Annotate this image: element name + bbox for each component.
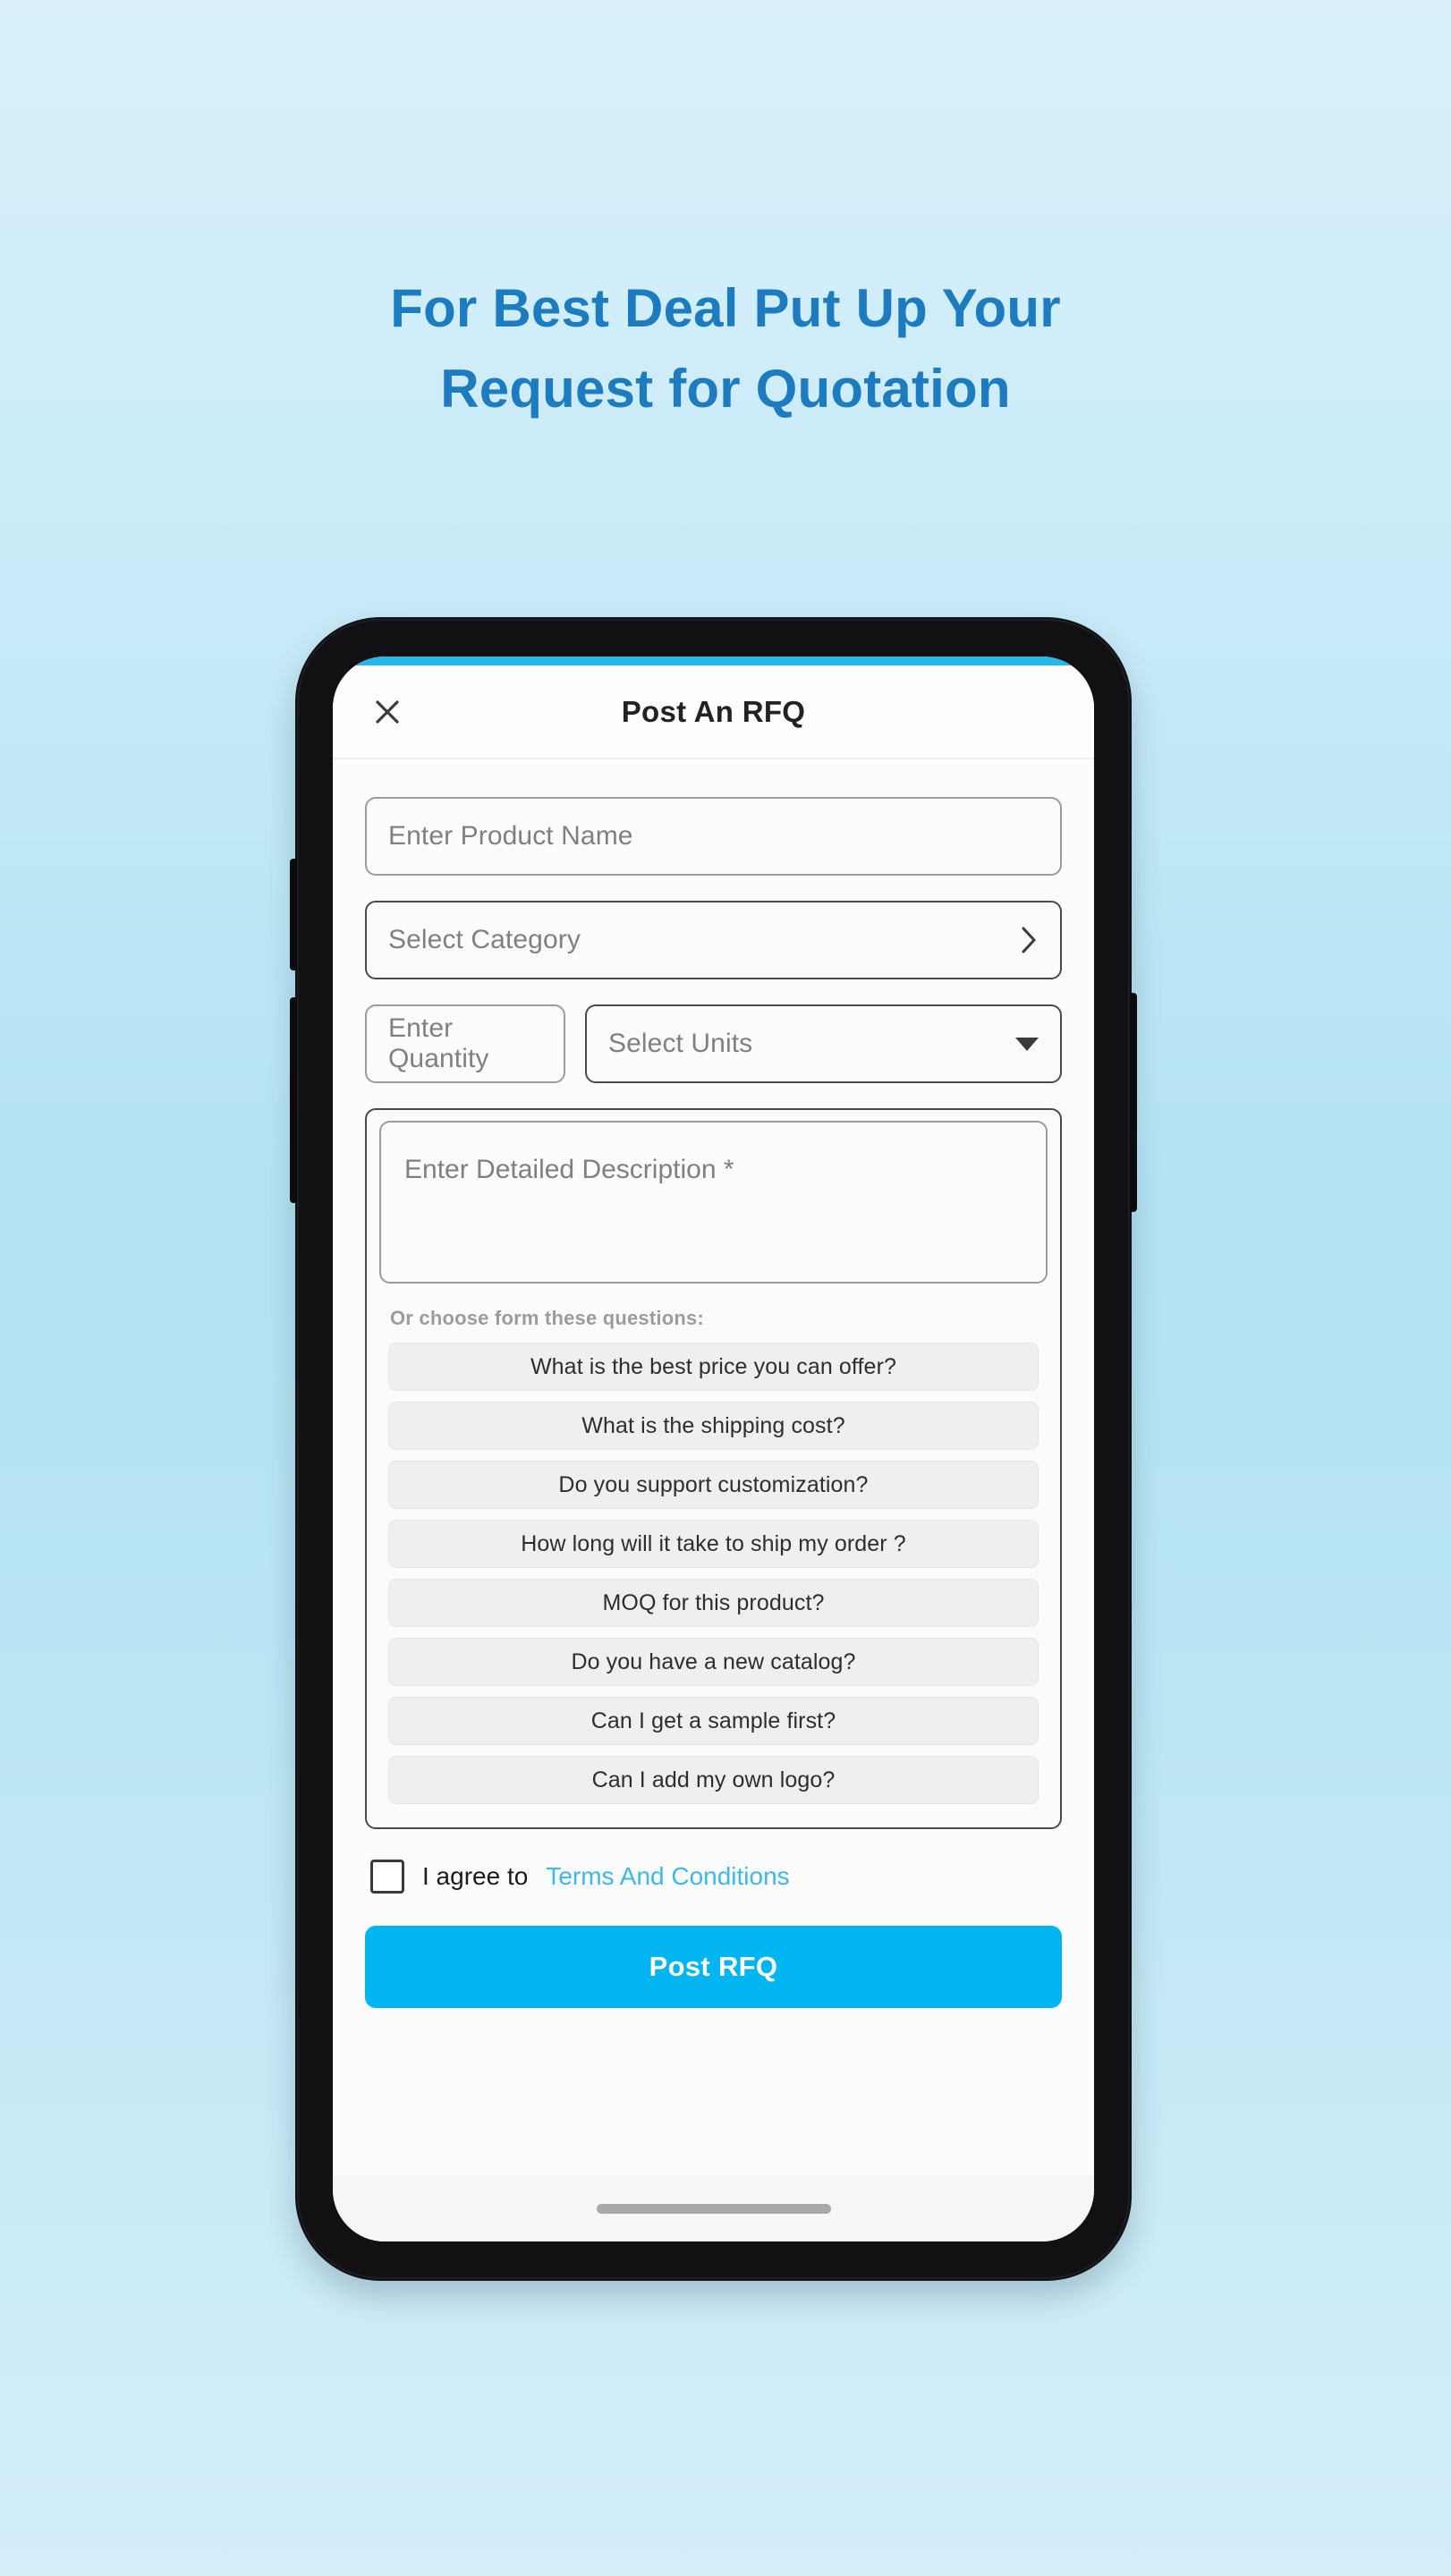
app-title: Post An RFQ bbox=[621, 694, 806, 728]
quantity-units-row: Enter Quantity Select Units bbox=[365, 1004, 1062, 1083]
post-rfq-button[interactable]: Post RFQ bbox=[365, 1926, 1062, 2008]
category-placeholder: Select Category bbox=[388, 925, 581, 954]
quantity-input[interactable]: Enter Quantity bbox=[365, 1004, 565, 1083]
app-header: Post An RFQ bbox=[333, 665, 1094, 759]
units-placeholder: Select Units bbox=[608, 1029, 753, 1058]
question-chip[interactable]: Can I get a sample first? bbox=[388, 1697, 1039, 1745]
question-chip-list: What is the best price you can offer? Wh… bbox=[379, 1343, 1048, 1804]
question-chip[interactable]: Can I add my own logo? bbox=[388, 1756, 1039, 1804]
home-indicator[interactable] bbox=[596, 2203, 831, 2214]
terms-and-conditions-link[interactable]: Terms And Conditions bbox=[546, 1862, 789, 1891]
status-bar bbox=[333, 657, 1094, 665]
units-select[interactable]: Select Units bbox=[585, 1004, 1062, 1083]
caret-down-icon bbox=[1015, 1037, 1039, 1051]
volume-up-button[interactable] bbox=[290, 859, 299, 970]
product-name-placeholder: Enter Product Name bbox=[388, 821, 633, 851]
phone-screen: Post An RFQ Enter Product Name Select Ca… bbox=[333, 657, 1094, 2241]
question-chip[interactable]: What is the best price you can offer? bbox=[388, 1343, 1039, 1391]
terms-row: I agree to Terms And Conditions bbox=[365, 1860, 1062, 1894]
power-button[interactable] bbox=[1128, 993, 1137, 1212]
page-title-line-2: Request for Quotation bbox=[440, 359, 1011, 419]
chevron-right-icon bbox=[1019, 925, 1039, 955]
question-chip[interactable]: Do you support customization? bbox=[388, 1461, 1039, 1509]
product-name-input[interactable]: Enter Product Name bbox=[365, 797, 1062, 876]
terms-label: I agree to bbox=[422, 1862, 529, 1890]
questions-label: Or choose form these questions: bbox=[390, 1307, 704, 1329]
description-placeholder: Enter Detailed Description * bbox=[404, 1155, 734, 1184]
quantity-placeholder: Enter Quantity bbox=[388, 1013, 489, 1073]
close-button[interactable] bbox=[369, 693, 406, 731]
description-card: Enter Detailed Description * Or choose f… bbox=[365, 1108, 1062, 1829]
terms-checkbox[interactable] bbox=[370, 1860, 404, 1894]
question-chip[interactable]: MOQ for this product? bbox=[388, 1579, 1039, 1627]
home-indicator-area bbox=[333, 2175, 1094, 2241]
page-title-line-1: For Best Deal Put Up Your bbox=[390, 278, 1061, 338]
rfq-form: Enter Product Name Select Category Enter… bbox=[333, 759, 1094, 2175]
close-icon bbox=[373, 698, 402, 726]
description-textarea[interactable]: Enter Detailed Description * bbox=[379, 1121, 1048, 1284]
page-title: For Best Deal Put Up Your Request for Qu… bbox=[0, 268, 1451, 429]
question-chip[interactable]: How long will it take to ship my order ? bbox=[388, 1520, 1039, 1568]
volume-down-button[interactable] bbox=[290, 997, 299, 1203]
question-chip[interactable]: What is the shipping cost? bbox=[388, 1402, 1039, 1450]
question-chip[interactable]: Do you have a new catalog? bbox=[388, 1638, 1039, 1686]
phone-mockup: Post An RFQ Enter Product Name Select Ca… bbox=[290, 617, 1137, 2281]
category-select[interactable]: Select Category bbox=[365, 901, 1062, 979]
